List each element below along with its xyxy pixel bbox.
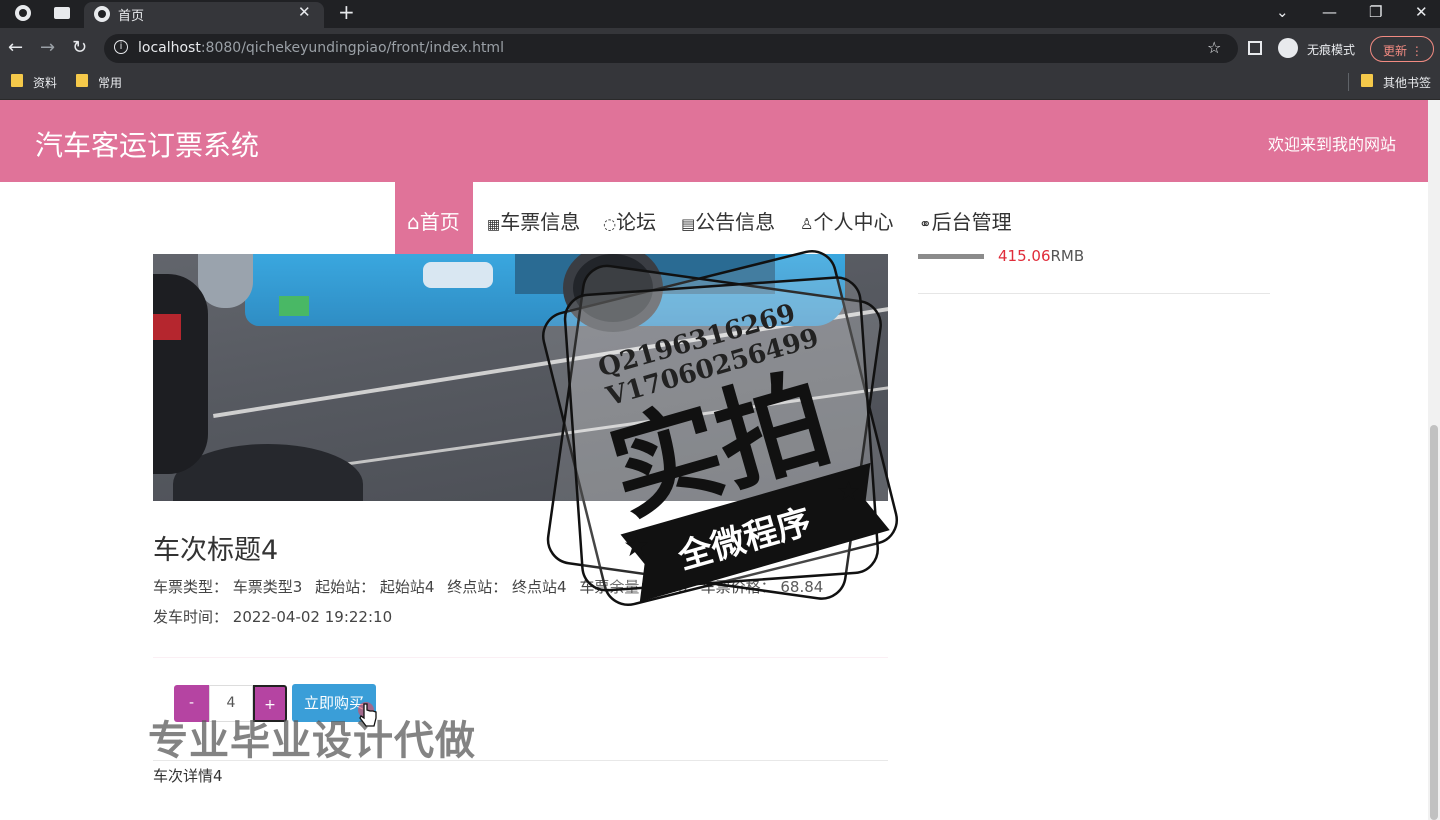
bookmark-star-icon[interactable]: ☆ [1207, 38, 1221, 57]
welcome-text: 欢迎来到我的网站 [1268, 135, 1397, 154]
depart-row: 发车时间： 2022-04-02 19:22:10 [153, 606, 392, 627]
bookmark-folder-changyong[interactable]: 常用 [98, 74, 122, 91]
nav-admin[interactable]: ⚭后台管理 [919, 182, 1012, 254]
star-icon: ★ [837, 477, 860, 507]
close-tab-icon[interactable]: ✕ [298, 3, 311, 21]
folder-icon [76, 74, 88, 87]
ticket-detail: 车次详情4 [153, 767, 223, 785]
grid-icon: ▦ [487, 217, 501, 233]
depart-label: 发车时间： [153, 608, 229, 626]
star-icon: ★ [623, 529, 650, 564]
back-icon[interactable]: ← [8, 37, 23, 58]
browser-menu-globe-icon[interactable] [15, 5, 31, 21]
incognito-icon[interactable] [1278, 38, 1298, 58]
new-tab-icon[interactable]: + [338, 0, 355, 24]
address-bar-url[interactable]: localhost:8080/qichekeyundingpiao/front/… [138, 40, 504, 56]
clipboard-icon: ▤ [681, 215, 696, 233]
ticket-title: 车次标题4 [153, 535, 279, 566]
related-price: 415.06RMB [998, 247, 1085, 265]
bookmark-other[interactable]: 其他书签 [1383, 74, 1431, 91]
folder-icon [1361, 74, 1373, 87]
bookmarks-bar [0, 68, 1440, 100]
type-label: 车票类型： [153, 578, 229, 596]
side-panel-icon[interactable] [1248, 41, 1262, 55]
link-icon: ⚭ [919, 215, 932, 233]
hand-cursor-icon [358, 702, 377, 727]
restore-icon[interactable]: ❐ [1369, 3, 1382, 21]
watermark-bottom-text: 专业毕业设计代做 [148, 718, 476, 764]
palette-icon: ◌ [603, 215, 617, 233]
sidebar-divider [918, 293, 1270, 294]
site-title: 汽车客运订票系统 [35, 129, 260, 162]
watermark-stamp: Q2196316269 V17060256499 实拍 全微程序 ★ ★ [542, 250, 898, 606]
scrollbar-thumb[interactable] [1430, 425, 1438, 820]
home-icon: ⌂ [407, 210, 420, 234]
forward-icon[interactable]: → [40, 37, 55, 58]
tab-list-chevron-icon[interactable]: ⌄ [1276, 3, 1289, 21]
window-close-icon[interactable]: ✕ [1415, 3, 1428, 21]
folder-icon [11, 74, 23, 87]
browser-tab-title: 首页 [118, 9, 145, 24]
reload-icon[interactable]: ↻ [72, 37, 87, 58]
type-value: 车票类型3 [232, 578, 303, 596]
bookmark-folder-ziliao[interactable]: 资料 [33, 74, 57, 91]
tab-favicon-icon [94, 6, 110, 22]
update-button[interactable]: 更新 ⋮ [1370, 36, 1434, 62]
start-value: 起始站4 [379, 578, 435, 596]
bookmark-divider [1348, 73, 1349, 91]
start-label: 起始站： [315, 578, 376, 596]
incognito-label[interactable]: 无痕模式 [1307, 41, 1355, 58]
tab-search-icon[interactable] [54, 7, 70, 19]
end-label: 终点站： [447, 578, 508, 596]
minimize-icon[interactable]: — [1322, 3, 1337, 21]
nav-home[interactable]: ⌂首页 [395, 182, 473, 254]
site-info-icon[interactable]: i [114, 40, 128, 54]
user-icon: ♙ [800, 215, 814, 233]
depart-value: 2022-04-02 19:22:10 [232, 608, 393, 626]
related-thumbnail[interactable] [918, 254, 984, 259]
